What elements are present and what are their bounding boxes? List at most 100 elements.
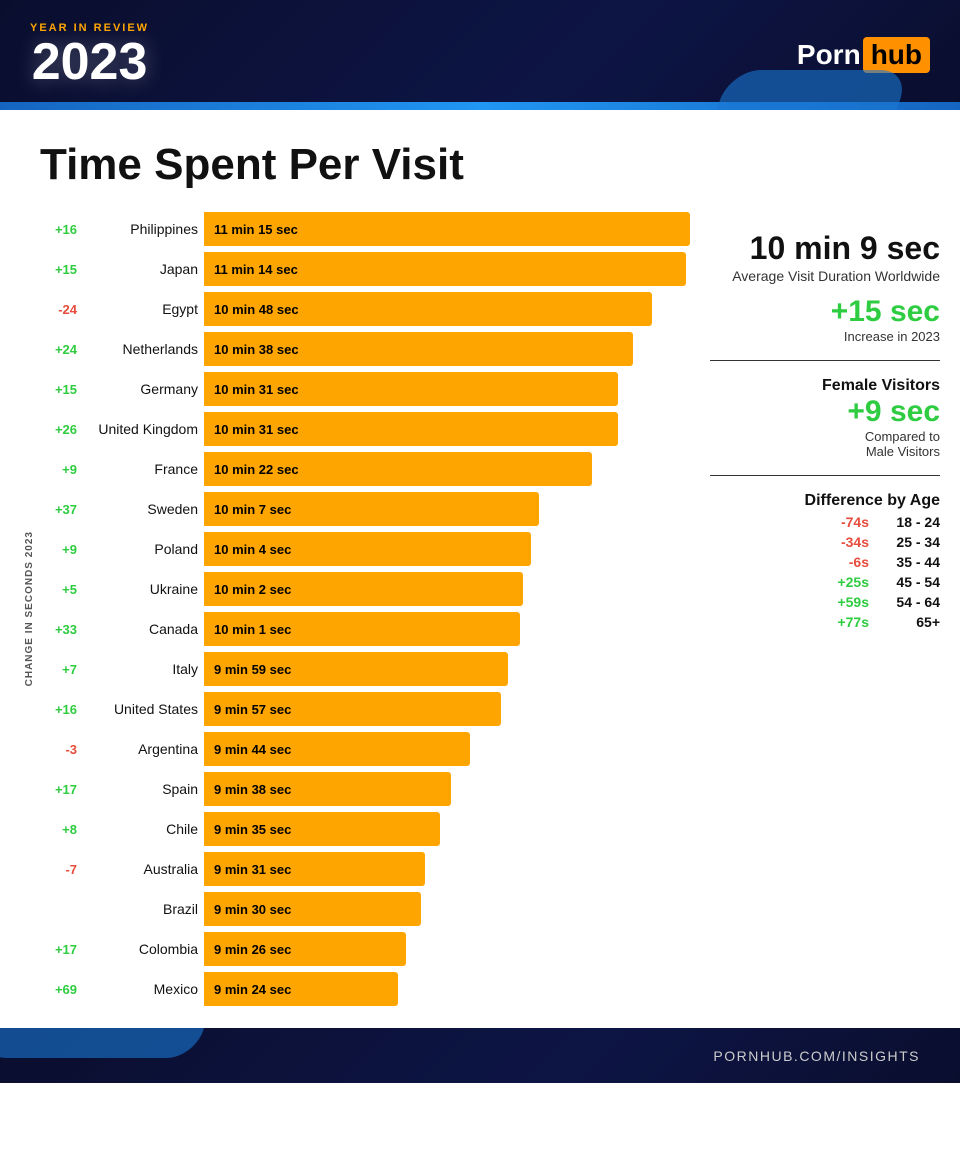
bar: 10 min 22 sec: [204, 452, 592, 486]
age-range: 65+: [885, 614, 940, 630]
country-name: Spain: [83, 781, 198, 797]
age-change: -34s: [819, 534, 869, 550]
age-range: 45 - 54: [885, 574, 940, 590]
bar: 10 min 31 sec: [204, 412, 618, 446]
title-area: Time Spent Per Visit: [0, 110, 960, 200]
bar: 9 min 44 sec: [204, 732, 470, 766]
change-value: +69: [35, 982, 77, 997]
chart-row: +17Colombia9 min 26 sec: [35, 930, 690, 968]
increase-value: +15 sec: [710, 295, 940, 329]
bar: 10 min 38 sec: [204, 332, 633, 366]
bar-label: 10 min 1 sec: [214, 622, 291, 637]
chart-column: CHANGE IN SECONDS 2023 +16Philippines11 …: [20, 210, 690, 1008]
bar: 9 min 57 sec: [204, 692, 501, 726]
avg-duration: 10 min 9 sec: [710, 230, 940, 267]
bar: 9 min 38 sec: [204, 772, 451, 806]
bar-label: 11 min 15 sec: [214, 222, 298, 237]
increase-label: Increase in 2023: [710, 329, 940, 344]
bar: 10 min 4 sec: [204, 532, 531, 566]
main-content: CHANGE IN SECONDS 2023 +16Philippines11 …: [0, 200, 960, 1028]
female-label: Female Visitors: [710, 377, 940, 395]
bar-label: 10 min 48 sec: [214, 302, 299, 317]
change-value: +16: [35, 702, 77, 717]
year-2023: 2023: [32, 36, 148, 88]
avg-duration-block: 10 min 9 sec Average Visit Duration Worl…: [710, 230, 940, 285]
age-range: 25 - 34: [885, 534, 940, 550]
bar-label: 9 min 57 sec: [214, 702, 291, 717]
age-label: Difference by Age: [710, 492, 940, 510]
country-name: United States: [83, 701, 198, 717]
age-range: 35 - 44: [885, 554, 940, 570]
change-value: +9: [35, 462, 77, 477]
chart-row: +26United Kingdom10 min 31 sec: [35, 410, 690, 448]
change-value: +37: [35, 502, 77, 517]
bar: 10 min 48 sec: [204, 292, 652, 326]
chart-row: Brazil 9 min 30 sec: [35, 890, 690, 928]
country-name: Egypt: [83, 301, 198, 317]
bar: 10 min 31 sec: [204, 372, 618, 406]
change-value: -24: [35, 302, 77, 317]
change-value: +9: [35, 542, 77, 557]
bar-container: 10 min 48 sec: [204, 292, 690, 326]
avg-subtitle: Average Visit Duration Worldwide: [710, 267, 940, 285]
change-value: -3: [35, 742, 77, 757]
country-name: Germany: [83, 381, 198, 397]
change-value: +7: [35, 662, 77, 677]
y-axis-label: CHANGE IN SECONDS 2023: [20, 531, 35, 686]
change-value: +8: [35, 822, 77, 837]
bar-label: 9 min 24 sec: [214, 982, 291, 997]
age-row: -74s18 - 24: [710, 514, 940, 530]
country-name: United Kingdom: [83, 421, 198, 437]
age-table: -74s18 - 24-34s25 - 34-6s35 - 44+25s45 -…: [710, 514, 940, 630]
chart-row: -3Argentina9 min 44 sec: [35, 730, 690, 768]
bar-label: 9 min 31 sec: [214, 862, 291, 877]
chart-row: +8 Chile 9 min 35 sec: [35, 810, 690, 848]
compared-sub: Male Visitors: [710, 444, 940, 459]
increase-block: +15 sec Increase in 2023: [710, 295, 940, 344]
bar-container: 9 min 30 sec: [204, 892, 690, 926]
bar-label: 9 min 59 sec: [214, 662, 291, 677]
bar: 9 min 59 sec: [204, 652, 508, 686]
bar-container: 10 min 22 sec: [204, 452, 690, 486]
bar: 11 min 15 sec: [204, 212, 690, 246]
country-name: Chile: [83, 821, 198, 837]
bar-container: 9 min 38 sec: [204, 772, 690, 806]
country-name: Poland: [83, 541, 198, 557]
bar-label: 9 min 44 sec: [214, 742, 291, 757]
bar: 10 min 1 sec: [204, 612, 520, 646]
bar: 11 min 14 sec: [204, 252, 686, 286]
chart-row: +16Philippines11 min 15 sec: [35, 210, 690, 248]
age-change: +25s: [819, 574, 869, 590]
change-value: +15: [35, 262, 77, 277]
country-name: Canada: [83, 621, 198, 637]
country-name: Sweden: [83, 501, 198, 517]
compared-label: Compared to: [710, 429, 940, 444]
chart-row: +15Germany10 min 31 sec: [35, 370, 690, 408]
bar-container: 9 min 26 sec: [204, 932, 690, 966]
bar-container: 9 min 59 sec: [204, 652, 690, 686]
country-name: France: [83, 461, 198, 477]
country-name: Japan: [83, 261, 198, 277]
age-range: 18 - 24: [885, 514, 940, 530]
bar-label: 10 min 31 sec: [214, 382, 299, 397]
bar-label: 9 min 30 sec: [214, 902, 291, 917]
country-name: Brazil: [83, 901, 198, 917]
bar-container: 10 min 38 sec: [204, 332, 690, 366]
change-value: +33: [35, 622, 77, 637]
age-range: 54 - 64: [885, 594, 940, 610]
logo-porn: Porn: [797, 39, 861, 71]
bar: 10 min 7 sec: [204, 492, 539, 526]
age-row: +25s 45 - 54: [710, 574, 940, 590]
country-name: Colombia: [83, 941, 198, 957]
page-title: Time Spent Per Visit: [40, 140, 920, 190]
age-row: +77s65+: [710, 614, 940, 630]
bar: 9 min 24 sec: [204, 972, 398, 1006]
country-name: Australia: [83, 861, 198, 877]
age-row: +59s54 - 64: [710, 594, 940, 610]
chart-row: +17Spain9 min 38 sec: [35, 770, 690, 808]
bar: 9 min 30 sec: [204, 892, 421, 926]
bar-container: 10 min 31 sec: [204, 412, 690, 446]
female-diff: +9 sec: [710, 395, 940, 429]
bar-label: 9 min 35 sec: [214, 822, 291, 837]
bar-container: 10 min 1 sec: [204, 612, 690, 646]
